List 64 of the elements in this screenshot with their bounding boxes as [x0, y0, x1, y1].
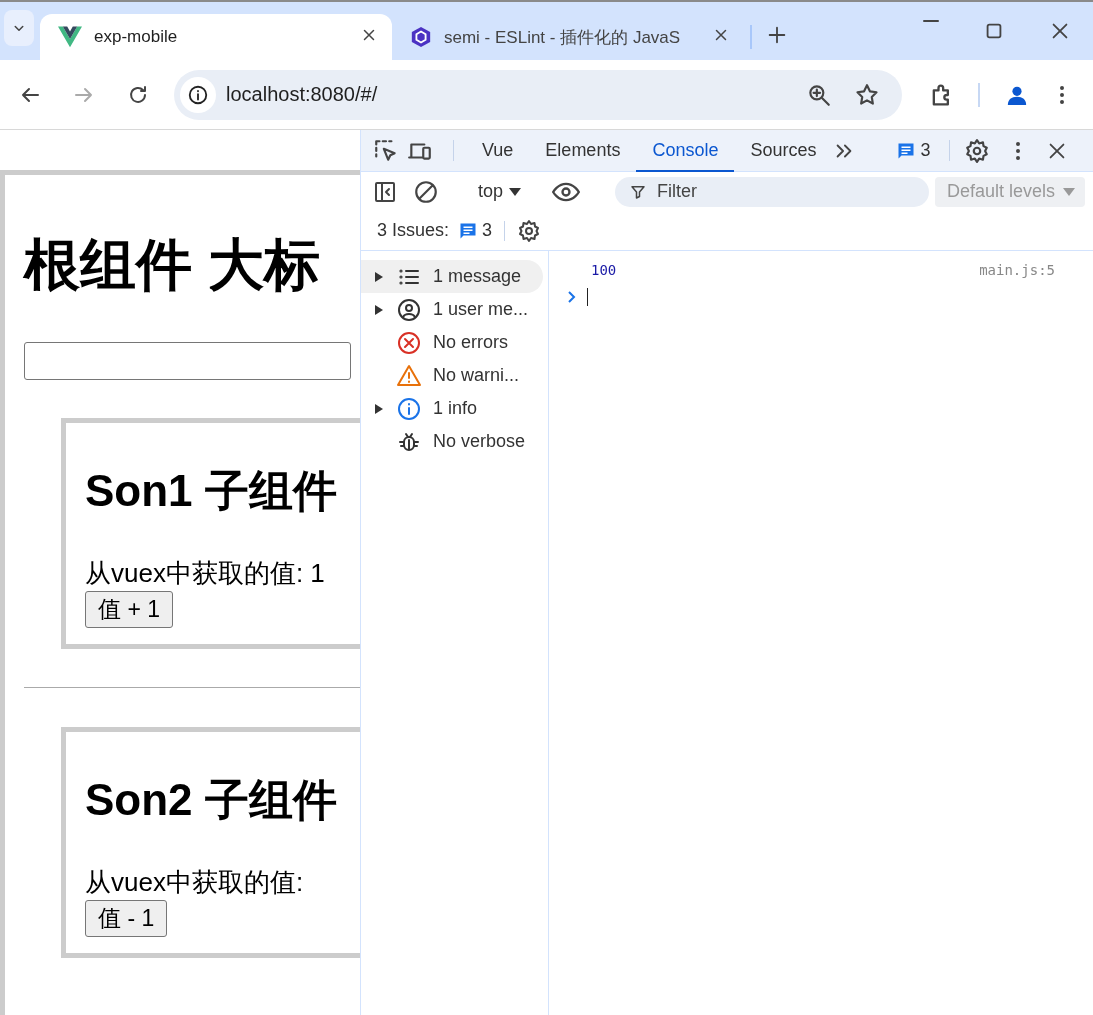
kebab-menu-icon	[1015, 141, 1020, 160]
bookmark-button[interactable]	[854, 81, 880, 108]
vue-logo-icon	[58, 26, 82, 48]
warning-icon	[397, 363, 421, 388]
browser-tab[interactable]: semi - ESLint - 插件化的 JavaS	[392, 14, 744, 60]
value-button[interactable]: 值 + 1	[85, 591, 173, 629]
issues-badge[interactable]: 3	[890, 130, 937, 171]
settings-icon	[963, 137, 990, 164]
source-link[interactable]: main.js:5	[979, 262, 1055, 278]
console-filter-item[interactable]: 1 info	[361, 392, 543, 425]
hexagon-logo-icon	[410, 26, 432, 48]
console-filter-item[interactable]: No errors	[361, 326, 543, 359]
issues-count-button[interactable]: 3	[459, 220, 493, 241]
input-field[interactable]	[24, 342, 351, 381]
prompt-chevron-icon	[567, 290, 577, 304]
console-filter-item[interactable]: 1 user me...	[361, 293, 543, 326]
message-icon	[896, 141, 915, 160]
info-icon	[397, 396, 421, 421]
dropdown-triangle-icon	[509, 187, 522, 196]
devtools-tab[interactable]: Elements	[529, 130, 637, 172]
console-output: 100	[591, 262, 617, 278]
value-button[interactable]: 值 - 1	[85, 900, 168, 938]
expand-triangle-icon	[375, 271, 383, 282]
filter-input[interactable]: Filter	[657, 181, 898, 202]
user-circle-icon	[397, 297, 421, 322]
devtools-tab[interactable]: Vue	[466, 130, 530, 172]
minimize-icon	[923, 20, 939, 22]
settings-button[interactable]	[963, 137, 990, 164]
error-icon	[397, 330, 421, 355]
star-icon	[854, 81, 880, 108]
console-filter-item[interactable]: 1 message	[361, 260, 543, 293]
filter-field[interactable]: Filter	[615, 176, 930, 207]
info-icon	[187, 83, 209, 106]
expand-triangle-icon	[375, 304, 383, 315]
context-dropdown[interactable]: top	[472, 181, 528, 202]
select-element-icon	[373, 137, 399, 164]
expand-triangle-icon	[375, 403, 383, 414]
child-heading: Son1 子组件	[85, 465, 338, 518]
address-bar[interactable]: localhost:8080/#/	[174, 69, 902, 120]
value-text: 从vuex中获取的值:	[85, 866, 305, 899]
menu-button[interactable]	[1060, 85, 1064, 104]
sidebar-toggle-button[interactable]	[373, 179, 397, 204]
sidebar-icon	[373, 179, 397, 204]
issues-label: 3 Issues:	[377, 220, 450, 241]
kebab-menu-icon	[1060, 85, 1064, 104]
browser-tab[interactable]: exp-mobile	[40, 14, 392, 60]
clear-console-button[interactable]	[413, 178, 439, 205]
site-info-button[interactable]	[180, 76, 216, 113]
console-settings-button[interactable]	[517, 218, 542, 243]
console-filter-item[interactable]: No warni...	[361, 359, 543, 392]
devtools-tab[interactable]: Sources	[734, 130, 833, 172]
child-heading: Son2 子组件	[85, 774, 338, 827]
value-text: 从vuex中获取的值: 1	[85, 558, 326, 590]
address-text: localhost:8080/#/	[226, 83, 379, 106]
more-options-button[interactable]	[1015, 141, 1020, 160]
clear-icon	[413, 178, 439, 205]
message-icon	[459, 221, 478, 240]
dropdown-triangle-icon	[1063, 187, 1076, 196]
text-cursor	[587, 288, 588, 306]
plus-icon	[766, 24, 788, 46]
settings-icon	[517, 218, 542, 243]
devtools-tab[interactable]: Console	[636, 130, 735, 172]
page-heading: 根组件 大标	[24, 232, 321, 298]
console-filter-item[interactable]: No verbose	[361, 425, 543, 458]
